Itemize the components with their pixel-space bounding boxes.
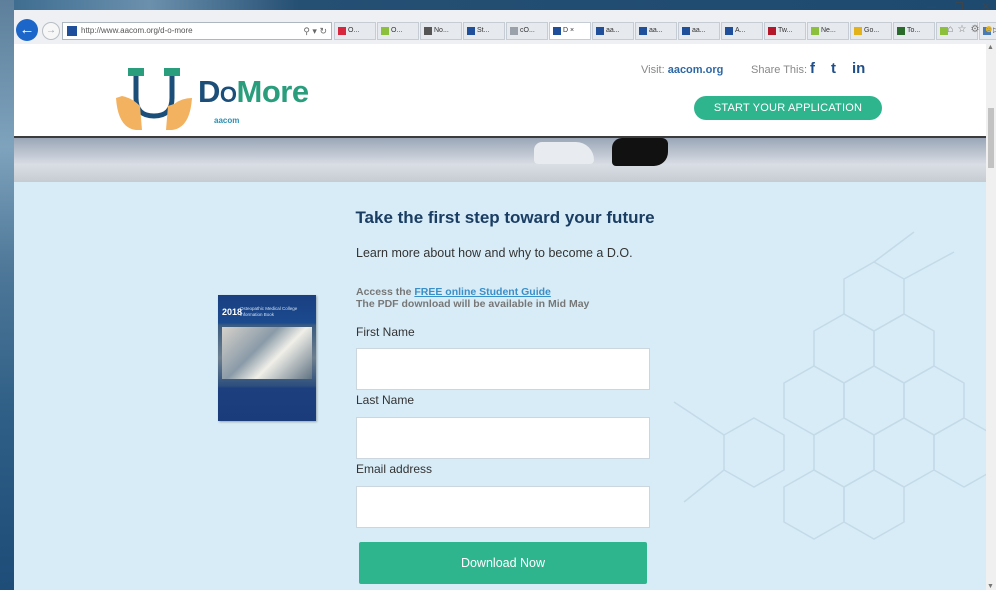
tab-favicon-icon xyxy=(467,27,475,35)
browser-tab[interactable]: cO... xyxy=(506,22,548,40)
search-icon[interactable]: ⚲ ▾ ↻ xyxy=(303,23,327,39)
browser-tab[interactable]: St... xyxy=(463,22,505,40)
tab-label: aa... xyxy=(606,27,620,34)
tab-favicon-icon xyxy=(768,27,776,35)
tab-favicon-icon xyxy=(854,27,862,35)
page-scrollbar[interactable]: ▲ ▼ xyxy=(986,44,996,590)
tab-favicon-icon xyxy=(424,27,432,35)
book-title: Osteopathic Medical College Information … xyxy=(240,306,298,317)
hero-banner-image xyxy=(14,138,996,182)
book-cover-photo xyxy=(222,327,312,379)
maximize-icon[interactable]: ❐ xyxy=(955,2,964,13)
share-label: Share This: xyxy=(751,64,808,76)
gear-icon[interactable]: ⚙ xyxy=(971,24,980,35)
download-now-button[interactable]: Download Now xyxy=(359,542,647,584)
email-field[interactable] xyxy=(356,486,650,528)
tab-label: O... xyxy=(348,27,360,34)
tab-favicon-icon xyxy=(553,27,561,35)
first-name-label: First Name xyxy=(356,325,415,339)
browser-tab[interactable]: Go... xyxy=(850,22,892,40)
browser-tab[interactable]: aa... xyxy=(635,22,677,40)
browser-tab[interactable]: Tw... xyxy=(764,22,806,40)
tab-label: To... xyxy=(907,27,921,34)
browser-tab[interactable]: D × xyxy=(549,22,591,40)
tab-label: aa... xyxy=(649,27,663,34)
do-more-logo[interactable]: DOMore aacom xyxy=(114,44,364,136)
tab-favicon-icon xyxy=(811,27,819,35)
web-page: DOMore aacom Visit: aacom.org Share This… xyxy=(14,44,996,590)
logo-aacom-text: aacom xyxy=(214,116,240,125)
tab-favicon-icon xyxy=(381,27,389,35)
aacom-link[interactable]: aacom.org xyxy=(668,64,724,76)
student-guide-book-cover[interactable]: 2018 Osteopathic Medical College Informa… xyxy=(218,295,316,421)
tab-label: Tw... xyxy=(778,27,793,34)
twitter-icon[interactable]: t xyxy=(831,60,836,77)
site-header: DOMore aacom Visit: aacom.org Share This… xyxy=(14,44,996,138)
social-links: f t in xyxy=(810,60,865,77)
tab-favicon-icon xyxy=(510,27,518,35)
tab-favicon-icon xyxy=(725,27,733,35)
address-url: http://www.aacom.org/d-o-more xyxy=(81,26,193,35)
tab-label: A... xyxy=(735,27,746,34)
tab-favicon-icon xyxy=(682,27,690,35)
linkedin-icon[interactable]: in xyxy=(852,60,865,77)
close-icon[interactable]: ✕ xyxy=(982,2,990,13)
hands-stethoscope-icon xyxy=(116,68,192,130)
browser-tab[interactable]: To... xyxy=(893,22,935,40)
tab-label: O... xyxy=(391,27,403,34)
browser-tab[interactable]: No... xyxy=(420,22,462,40)
window-controls: — ❐ ✕ xyxy=(927,2,990,13)
tab-favicon-icon xyxy=(596,27,604,35)
address-bar[interactable]: http://www.aacom.org/d-o-more ⚲ ▾ ↻ xyxy=(62,22,332,40)
browser-tab[interactable]: A... xyxy=(721,22,763,40)
tab-label: St... xyxy=(477,27,490,34)
last-name-field[interactable] xyxy=(356,417,650,459)
tab-label: cO... xyxy=(520,27,535,34)
facebook-icon[interactable]: f xyxy=(810,60,815,77)
tab-label: Go... xyxy=(864,27,880,34)
scroll-up-icon[interactable]: ▲ xyxy=(987,44,994,51)
browser-toolbar: ← → http://www.aacom.org/d-o-more ⚲ ▾ ↻ … xyxy=(14,2,996,45)
last-name-label: Last Name xyxy=(356,393,415,407)
molecule-pattern-icon xyxy=(673,231,995,540)
browser-tab[interactable]: aa... xyxy=(678,22,720,40)
tab-strip: O... O... No... St... cO... D × aa... aa... aa..… xyxy=(334,22,996,40)
browser-tab[interactable]: Ne... xyxy=(807,22,849,40)
browser-window: ← → http://www.aacom.org/d-o-more ⚲ ▾ ↻ … xyxy=(14,2,996,590)
signup-section: Take the first step toward your future L… xyxy=(14,182,996,590)
star-icon[interactable]: ☆ xyxy=(958,24,967,35)
desktop-background-left xyxy=(0,0,14,590)
first-name-field[interactable] xyxy=(356,348,650,390)
site-favicon-icon xyxy=(67,26,77,36)
browser-tab[interactable]: O... xyxy=(334,22,376,40)
page-subtitle: Learn more about how and why to become a… xyxy=(356,246,633,260)
tab-label: aa... xyxy=(692,27,706,34)
forward-button[interactable]: → xyxy=(42,22,60,40)
tab-favicon-icon xyxy=(639,27,647,35)
browser-tab[interactable]: aa... xyxy=(592,22,634,40)
back-button[interactable]: ← xyxy=(16,19,38,41)
minimize-icon[interactable]: — xyxy=(927,2,937,13)
tab-label: D × xyxy=(563,27,575,34)
start-application-button[interactable]: START YOUR APPLICATION xyxy=(694,96,882,120)
pdf-availability-note: The PDF download will be available in Mi… xyxy=(356,298,590,310)
hero-shoe-white xyxy=(534,142,594,164)
student-guide-link[interactable]: FREE online Student Guide xyxy=(414,286,551,298)
scrollbar-thumb[interactable] xyxy=(988,108,994,168)
tab-favicon-icon xyxy=(897,27,905,35)
scroll-down-icon[interactable]: ▼ xyxy=(987,583,994,590)
hero-shoe-black xyxy=(612,138,668,166)
email-label: Email address xyxy=(356,462,433,476)
page-title: Take the first step toward your future xyxy=(355,208,655,227)
visit-text: Visit: aacom.org xyxy=(641,64,724,76)
tab-favicon-icon xyxy=(338,27,346,35)
access-guide-text: Access the FREE online Student Guide The… xyxy=(356,286,590,310)
tab-label: Ne... xyxy=(821,27,836,34)
browser-tab[interactable]: O... xyxy=(377,22,419,40)
smiley-icon[interactable]: ☻ xyxy=(983,24,994,35)
logo-wordmark: DOMore xyxy=(198,74,309,109)
tab-label: No... xyxy=(434,27,449,34)
browser-tool-icons: ⌂ ☆ ⚙ ☻ xyxy=(947,24,994,35)
home-icon[interactable]: ⌂ xyxy=(947,24,953,35)
